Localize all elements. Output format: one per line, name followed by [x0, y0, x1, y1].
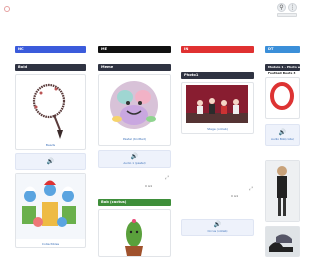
image-card[interactable]: [265, 77, 300, 119]
app-logo: [4, 6, 10, 12]
section-subtitle: Football Boots 3: [268, 71, 296, 75]
plush-image: [110, 81, 158, 129]
column-bar-nc[interactable]: NC: [15, 46, 86, 53]
audio-card[interactable]: 🔊 Circus (collab): [181, 219, 254, 236]
boots-image: [270, 82, 294, 110]
audio-card[interactable]: 🔊 Audio Bob(colle): [265, 124, 300, 146]
boots-photo-image: [266, 227, 299, 256]
column-bar-label: IN: [184, 47, 189, 51]
image-card[interactable]: [265, 226, 300, 257]
audio-caption[interactable]: Audio 1 (pastel): [123, 161, 145, 165]
speaker-icon: 🔊: [46, 157, 55, 165]
card-counter: 0 ⊡1: [145, 184, 153, 188]
expand-icon[interactable]: ⤢: [165, 175, 169, 181]
more-icon[interactable]: ⋮: [288, 3, 297, 12]
image-caption[interactable]: Collectibles: [16, 242, 85, 246]
image-caption[interactable]: Beads: [16, 143, 85, 147]
image-card[interactable]: Pastel (Knitted): [98, 74, 171, 146]
expand-icon[interactable]: ⤢: [249, 186, 253, 192]
image-card[interactable]: [265, 160, 300, 222]
section-header[interactable]: Bold: [15, 64, 86, 71]
section-header[interactable]: Photo1: [181, 72, 254, 79]
necklace-image: [32, 83, 66, 139]
image-card[interactable]: Collectibles: [15, 173, 86, 248]
column-bar-dt[interactable]: DT: [265, 46, 300, 53]
speaker-icon: 🔊: [213, 221, 222, 228]
toolbar-pill[interactable]: [277, 13, 297, 17]
image-caption[interactable]: Stage (collab): [182, 127, 253, 131]
speaker-icon: 🔊: [130, 152, 139, 160]
board-page: ⚲ ⋮ NC ME IN DT Bold Beads 🔊 Collectible…: [0, 0, 300, 257]
audio-caption[interactable]: Circus (collab): [208, 229, 228, 233]
image-caption[interactable]: Pastel (Knitted): [99, 137, 170, 141]
column-bar-me[interactable]: ME: [98, 46, 171, 53]
audio-caption[interactable]: Audio Bob(colle): [271, 137, 294, 141]
column-bar-in[interactable]: IN: [181, 46, 254, 53]
audio-card[interactable]: 🔊: [15, 153, 86, 170]
section-header[interactable]: Meme: [98, 64, 171, 71]
image-card[interactable]: Beads: [15, 74, 86, 150]
section-header[interactable]: Bob (cactus): [98, 199, 171, 206]
stage-image: [186, 85, 248, 123]
image-card[interactable]: [98, 209, 171, 257]
zoom-icon[interactable]: ⚲: [277, 3, 286, 12]
column-bar-label: ME: [101, 47, 108, 51]
audio-card[interactable]: 🔊 Audio 1 (pastel): [98, 150, 171, 168]
speaker-icon: 🔊: [278, 128, 287, 136]
section-header-label: Module 1 - Photo w: [268, 65, 300, 69]
column-bar-label: NC: [18, 47, 24, 51]
smurfs-image: [16, 174, 85, 239]
cactus-image: [125, 219, 143, 256]
column-bar-label: DT: [268, 47, 274, 51]
person-image: [266, 161, 299, 221]
card-counter: 0 ⊡1: [231, 194, 239, 198]
image-card[interactable]: Stage (collab): [181, 82, 254, 134]
